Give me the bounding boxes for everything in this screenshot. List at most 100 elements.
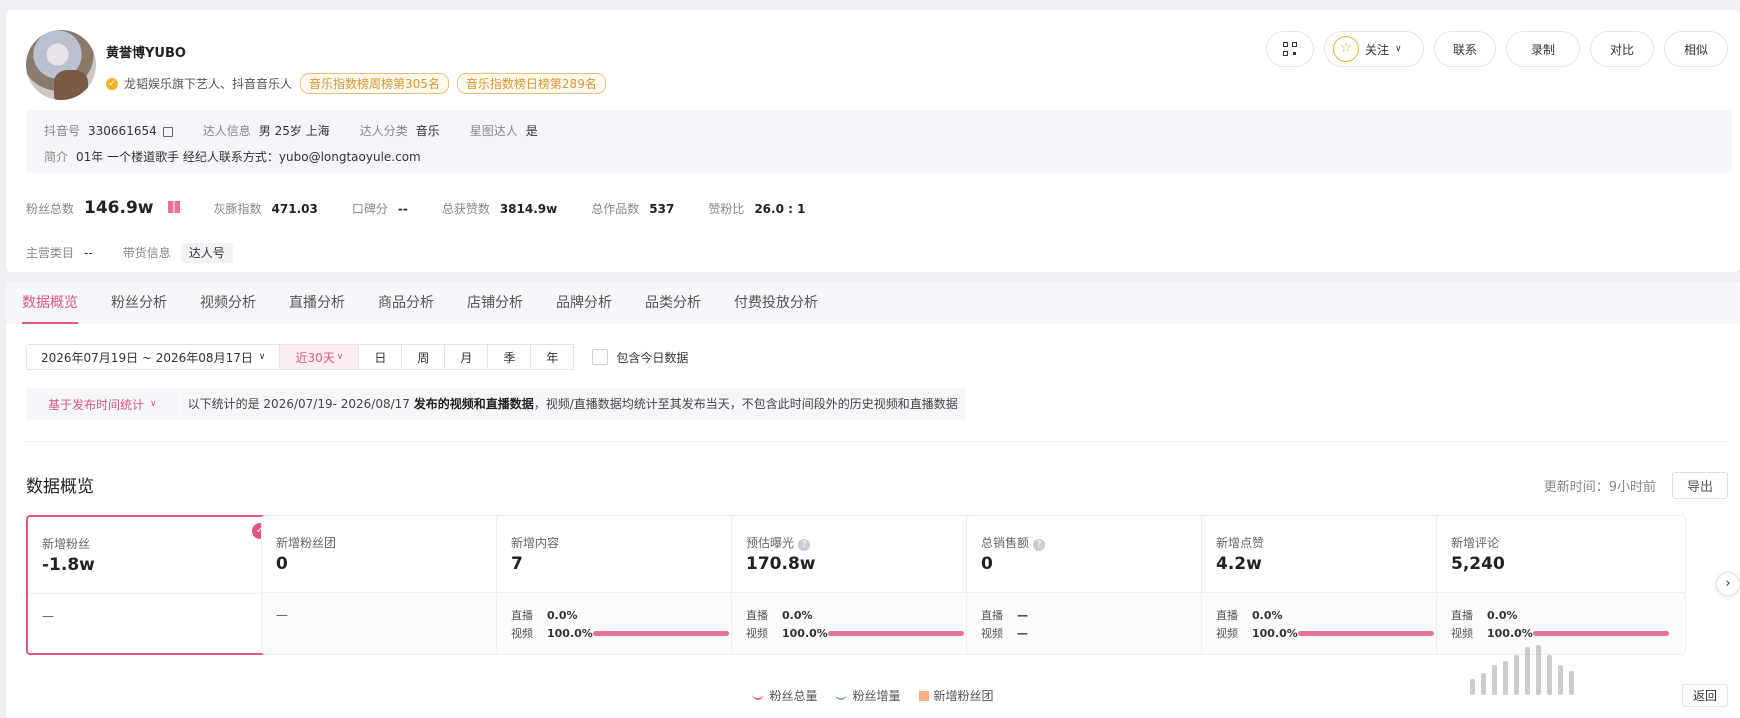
works-value: 537 — [649, 202, 675, 216]
chevron-right-icon[interactable]: › — [1716, 572, 1740, 596]
notice-text: 以下统计的是 2026/07/19- 2026/08/17 发布的视频和直播数据… — [178, 388, 958, 420]
export-button[interactable]: 导出 — [1671, 472, 1728, 499]
verified-icon: ✓ — [106, 77, 118, 90]
back-button[interactable]: 返回 — [1681, 684, 1728, 707]
live-pct: — — [1017, 608, 1028, 622]
avatar[interactable] — [26, 30, 96, 100]
period-year[interactable]: 年 — [531, 344, 575, 370]
include-today-label: 包含今日数据 — [616, 350, 689, 365]
include-today-toggle[interactable]: 包含今日数据 — [592, 349, 688, 366]
period-day[interactable]: 日 — [359, 344, 403, 370]
tab-overview[interactable]: 数据概览 — [22, 282, 78, 324]
tab-category[interactable]: 品类分析 — [645, 282, 701, 324]
chevron-down-icon: ∨ — [1395, 44, 1402, 54]
info-row: 抖音号 330661654 达人信息男 25岁 上海 达人分类 音乐 星图达人是 — [44, 122, 538, 139]
reputation-label: 口碑分 — [351, 202, 388, 216]
talent-info-label: 达人信息 — [202, 124, 251, 138]
stat-notice: 基于发布时间统计 ∨ 以下统计的是 2026/07/19- 2026/08/17 … — [26, 388, 966, 420]
date-range-picker[interactable]: 2026年07月19日 ~ 2026年08月17日 ∨ — [26, 344, 280, 370]
video-share-row: 视频 100.0% — [511, 625, 729, 641]
filter-row: 2026年07月19日 ~ 2026年08月17日 ∨ 近30天 ∨ 日 周 月 季… — [26, 344, 688, 370]
rank-tag-weekly[interactable]: 音乐指数榜周榜第305名 — [300, 73, 449, 94]
metric-card-exposure[interactable]: 预估曝光? 170.8w 直播 0.0% 视频 100.0% — [731, 515, 981, 655]
chevron-down-icon: ∨ — [336, 352, 344, 362]
fans-chart-icon[interactable] — [167, 201, 180, 213]
reputation-value: -- — [397, 202, 408, 216]
metric-cards: 新增粉丝 -1.8w ✓ — 新增粉丝团 0 — 新增内容 7 直播 0.0% 视… — [26, 515, 1740, 655]
video-share-bar — [1298, 630, 1434, 636]
metric-value: 7 — [511, 554, 523, 574]
tab-video[interactable]: 视频分析 — [200, 282, 256, 324]
update-row: 更新时间：9小时前 导出 — [1544, 472, 1728, 499]
info-box: 抖音号 330661654 达人信息男 25岁 上海 达人分类 音乐 星图达人是 简… — [26, 110, 1732, 173]
video-pct: 100.0% — [547, 626, 593, 640]
metric-title: 总销售额? — [981, 534, 1046, 551]
metric-value: 0 — [276, 554, 288, 574]
verify-row: ✓ 龙韬娱乐旗下艺人、抖音音乐人 音乐指数榜周榜第305名 音乐指数榜日榜第28… — [106, 73, 606, 94]
metric-title: 预估曝光? — [746, 534, 811, 551]
contact-button[interactable]: 联系 — [1434, 31, 1496, 67]
tab-goods[interactable]: 商品分析 — [378, 282, 434, 324]
update-time: 更新时间：9小时前 — [1543, 480, 1656, 495]
talent-info: 男 25岁 上海 — [258, 124, 330, 138]
stat-basis-select[interactable]: 基于发布时间统计 ∨ — [26, 388, 179, 420]
video-share-bar — [828, 630, 964, 636]
star-talent-label: 星图达人 — [469, 124, 518, 138]
qr-code-button[interactable] — [1266, 31, 1314, 67]
action-bar: ☆ 关注 ∨ 联系 录制 对比 相似 — [1266, 31, 1728, 67]
metric-card-new-comments[interactable]: 新增评论 5,240 直播 0.0% 视频 100.0% — [1436, 515, 1686, 655]
video-label: 视频 — [1451, 627, 1473, 640]
live-pct: 0.0% — [1252, 608, 1283, 622]
tab-paid-ads[interactable]: 付费投放分析 — [734, 282, 818, 324]
live-label: 直播 — [981, 609, 1003, 622]
tab-live[interactable]: 直播分析 — [289, 282, 345, 324]
follow-button[interactable]: ☆ 关注 ∨ — [1324, 31, 1424, 67]
legend-new-fan-club[interactable]: 新增粉丝团 — [918, 687, 994, 704]
chevron-down-icon: ∨ — [150, 399, 157, 409]
video-share-row: 视频 100.0% — [1216, 625, 1434, 641]
tab-brand[interactable]: 品牌分析 — [556, 282, 612, 324]
metric-empty: — — [276, 608, 288, 622]
help-icon[interactable]: ? — [1033, 539, 1046, 551]
video-label: 视频 — [511, 627, 533, 640]
quick-range-select[interactable]: 近30天 ∨ — [279, 344, 360, 370]
metric-card-new-fans[interactable]: 新增粉丝 -1.8w ✓ — — [26, 515, 276, 655]
metric-title: 新增粉丝 — [42, 537, 91, 551]
bio-label: 简介 — [44, 150, 69, 164]
metric-card-new-content[interactable]: 新增内容 7 直播 0.0% 视频 100.0% — [496, 515, 746, 655]
live-share-row: 直播 — — [981, 607, 1063, 623]
video-pct: — — [1017, 626, 1028, 640]
tab-shop[interactable]: 店铺分析 — [467, 282, 523, 324]
legend-total-fans[interactable]: 粉丝总量 — [752, 687, 817, 704]
help-icon[interactable]: ? — [798, 539, 811, 551]
metric-card-new-likes[interactable]: 新增点赞 4.2w 直播 0.0% 视频 100.0% — [1201, 515, 1451, 655]
similar-button[interactable]: 相似 — [1664, 31, 1728, 67]
video-pct: 100.0% — [1487, 626, 1533, 640]
douyin-id: 330661654 — [88, 124, 157, 138]
live-label: 直播 — [1451, 609, 1473, 622]
period-week[interactable]: 周 — [402, 344, 446, 370]
copy-icon[interactable] — [162, 126, 173, 137]
legend-fan-growth[interactable]: 粉丝增量 — [835, 687, 901, 704]
top-strip — [0, 0, 1740, 10]
verify-text: 龙韬娱乐旗下艺人、抖音音乐人 — [124, 77, 293, 91]
metric-card-sales[interactable]: 总销售额? 0 直播 — 视频 — — [966, 515, 1216, 655]
metric-value: 170.8w — [746, 554, 816, 574]
record-button[interactable]: 录制 — [1506, 31, 1580, 67]
metric-value: 5,240 — [1451, 554, 1505, 574]
metric-detail: — — [28, 593, 274, 653]
include-today-checkbox[interactable] — [592, 349, 609, 365]
floating-loader — [1470, 645, 1574, 695]
metric-title-text: 总销售额 — [981, 536, 1030, 550]
period-month[interactable]: 月 — [445, 344, 489, 370]
douyin-id-label: 抖音号 — [44, 124, 81, 138]
stats-row-2: 主营类目 -- 带货信息 达人号 — [26, 243, 233, 263]
likes-value: 3814.9w — [499, 202, 558, 216]
metric-card-new-fan-club[interactable]: 新增粉丝团 0 — — [261, 515, 511, 655]
period-quarter[interactable]: 季 — [488, 344, 532, 370]
tab-fans[interactable]: 粉丝分析 — [111, 282, 167, 324]
rank-tag-daily[interactable]: 音乐指数榜日榜第289名 — [456, 73, 606, 94]
notice-text-post: ，视频/直播数据均统计至其发布当天，不包含此时间段外的历史视频和直播数据 — [533, 397, 958, 411]
compare-button[interactable]: 对比 — [1590, 31, 1654, 67]
main-category-value: -- — [84, 246, 93, 260]
